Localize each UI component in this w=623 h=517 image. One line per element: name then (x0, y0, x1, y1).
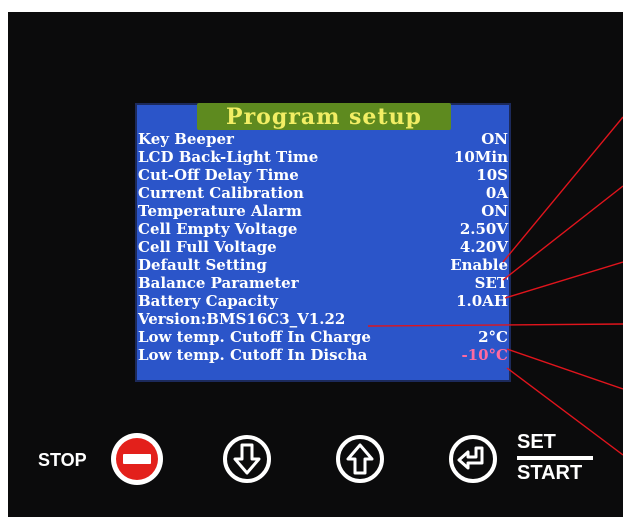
setting-label: Cell Full Voltage (138, 238, 277, 256)
setting-row-cell-empty-voltage[interactable]: Cell Empty Voltage 2.50V (138, 220, 508, 238)
setting-label: Temperature Alarm (138, 202, 302, 220)
start-label: START (517, 462, 583, 484)
setting-value: Enable (450, 256, 508, 274)
setting-value: SET (474, 274, 508, 292)
setting-row-cutoff-delay-time[interactable]: Cut-Off Delay Time 10S (138, 166, 508, 184)
version-text: Version:BMS16C3_V1.22 (138, 310, 346, 328)
setting-label: Battery Capacity (138, 292, 278, 310)
settings-list: Key Beeper ON LCD Back-Light Time 10Min Cu… (138, 130, 508, 364)
setting-row-temperature-alarm[interactable]: Temperature Alarm ON (138, 202, 508, 220)
set-label: SET (517, 431, 556, 453)
screen-title: Program setup (226, 103, 422, 130)
setting-value: 1.0AH (456, 292, 508, 310)
arrow-up-icon (336, 435, 384, 483)
setting-row-battery-capacity[interactable]: Battery Capacity 1.0AH (138, 292, 508, 310)
setting-row-default-setting[interactable]: Default Setting Enable (138, 256, 508, 274)
setting-label: Key Beeper (138, 130, 234, 148)
setting-label: Low temp. Cutoff In Charge (138, 328, 371, 346)
setting-value: 4.20V (459, 238, 508, 256)
setting-row-low-temp-cutoff-charge[interactable]: Low temp. Cutoff In Charge 2°C (138, 328, 508, 346)
stop-label: STOP (38, 450, 87, 470)
setting-label: Low temp. Cutoff In Discha (138, 346, 368, 364)
setting-row-cell-full-voltage[interactable]: Cell Full Voltage 4.20V (138, 238, 508, 256)
setting-value: 2.50V (459, 220, 508, 238)
setting-value: 0A (485, 184, 508, 202)
setting-row-lcd-backlight-time[interactable]: LCD Back-Light Time 10Min (138, 148, 508, 166)
setting-row-key-beeper[interactable]: Key Beeper ON (138, 130, 508, 148)
up-button[interactable] (333, 432, 387, 486)
enter-return-icon (449, 435, 497, 483)
label-divider (517, 456, 593, 460)
setting-label: Default Setting (138, 256, 267, 274)
set-start-label: SET START (517, 432, 593, 483)
setting-label: Cut-Off Delay Time (138, 166, 299, 184)
setting-label: Cell Empty Voltage (138, 220, 298, 238)
setting-label: LCD Back-Light Time (138, 148, 319, 166)
setting-value-negative: -10°C (461, 346, 508, 364)
lcd-screen: Program setup Key Beeper ON LCD Back-Ligh… (135, 103, 511, 382)
setting-value: 2°C (478, 328, 508, 346)
setting-value: ON (481, 202, 508, 220)
down-button[interactable] (220, 432, 274, 486)
title-bar: Program setup (197, 103, 451, 130)
setting-label: Balance Parameter (138, 274, 299, 292)
version-row: Version:BMS16C3_V1.22 (138, 310, 508, 328)
no-entry-icon (111, 433, 163, 485)
setting-row-low-temp-cutoff-discharge[interactable]: Low temp. Cutoff In Discha -10°C (138, 346, 508, 364)
setting-value: ON (481, 130, 508, 148)
setting-value: 10Min (453, 148, 508, 166)
arrow-down-icon (223, 435, 271, 483)
setting-row-current-calibration[interactable]: Current Calibration 0A (138, 184, 508, 202)
enter-button[interactable] (446, 432, 500, 486)
stop-button[interactable] (108, 430, 166, 488)
setting-row-balance-parameter[interactable]: Balance Parameter SET (138, 274, 508, 292)
setting-label: Current Calibration (138, 184, 304, 202)
setting-value: 10S (476, 166, 508, 184)
